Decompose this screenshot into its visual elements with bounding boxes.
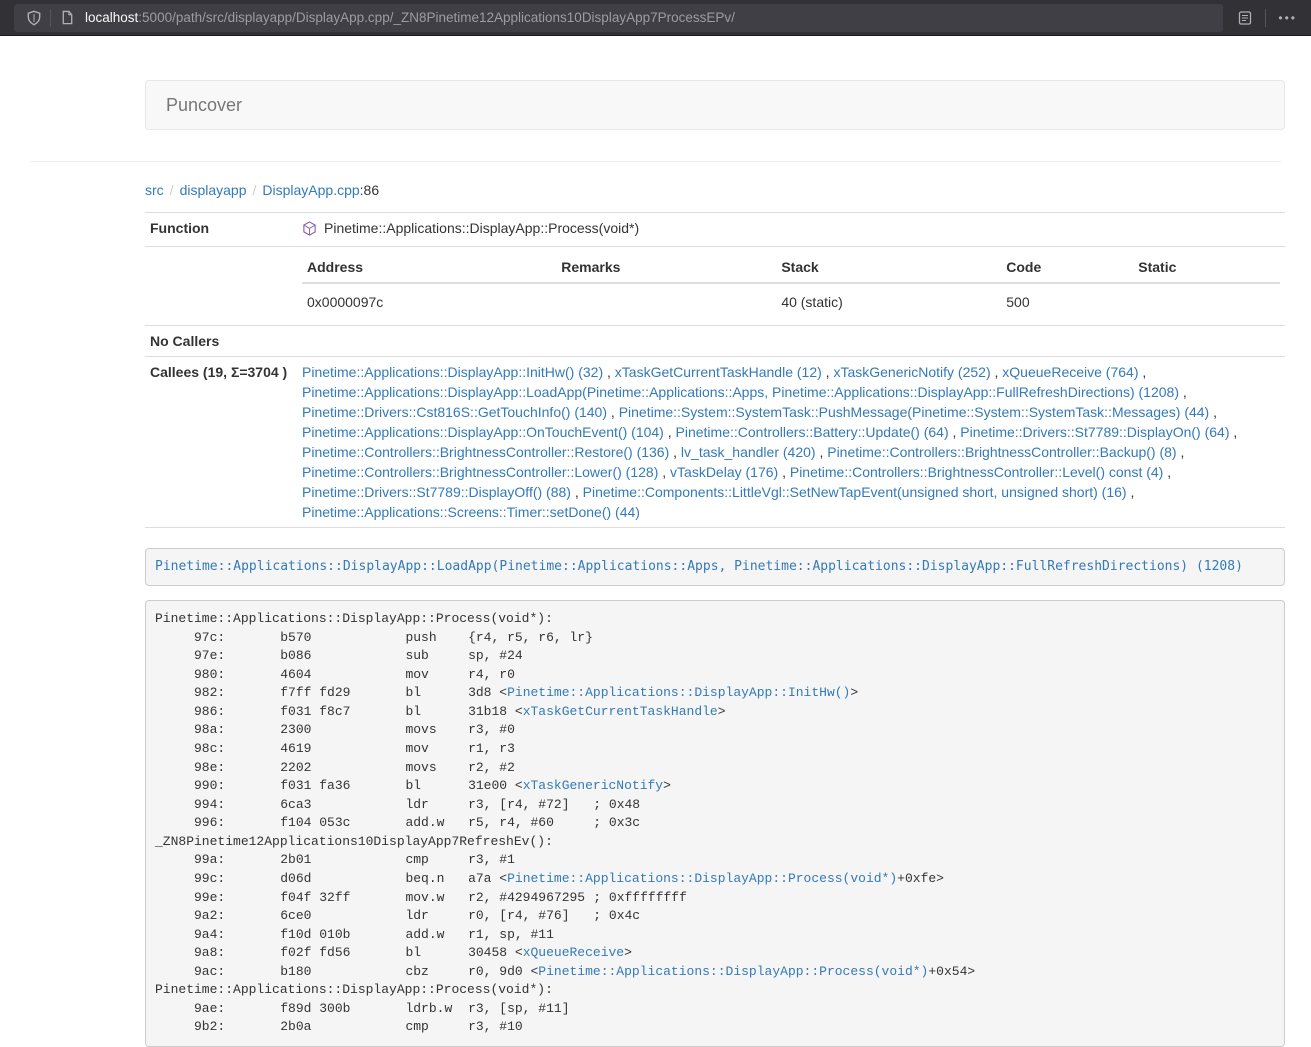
- callee-link[interactable]: Pinetime::Controllers::BrightnessControl…: [790, 464, 1163, 480]
- callee-link[interactable]: xTaskGetCurrentTaskHandle (12): [615, 364, 822, 380]
- callee-separator: ,: [664, 424, 676, 440]
- package-cube-icon: [302, 221, 317, 236]
- callees-row: Callees (19, Σ=3704 ) Pinetime::Applicat…: [145, 356, 1285, 527]
- no-callers-row: No Callers: [145, 325, 1285, 356]
- no-callers-cell: [297, 325, 1285, 356]
- callee-link[interactable]: vTaskDelay (176): [670, 464, 778, 480]
- assembly-symbol-link[interactable]: xQueueReceive: [523, 945, 624, 960]
- assembly-symbol-link[interactable]: xTaskGenericNotify: [523, 778, 663, 793]
- callee-link[interactable]: xTaskGenericNotify (252): [833, 364, 990, 380]
- callee-separator: ,: [669, 444, 681, 460]
- callees-cell: Pinetime::Applications::DisplayApp::Init…: [297, 356, 1285, 527]
- callee-separator: ,: [1177, 444, 1185, 460]
- toolbar-separator: [1265, 9, 1266, 27]
- callee-separator: ,: [607, 404, 619, 420]
- callee-link[interactable]: lv_task_handler (420): [681, 444, 816, 460]
- callee-link[interactable]: Pinetime::Controllers::BrightnessControl…: [827, 444, 1176, 460]
- app-title[interactable]: Puncover: [166, 95, 242, 116]
- callee-separator: ,: [1138, 364, 1146, 380]
- url-path: :5000/path/src/displayapp/DisplayApp.cpp…: [138, 10, 735, 25]
- address-bar[interactable]: localhost:5000/path/src/displayapp/Displ…: [14, 4, 1223, 32]
- address-value: 0x0000097c: [302, 283, 556, 320]
- page-content: Puncover src / displayapp / DisplayApp.cpp:8…: [145, 80, 1285, 1047]
- callee-link[interactable]: Pinetime::Drivers::Cst816S::GetTouchInfo…: [302, 404, 607, 420]
- callee-separator: ,: [822, 364, 834, 380]
- callee-link[interactable]: Pinetime::Applications::Screens::Timer::…: [302, 504, 640, 520]
- app-navbar: Puncover: [145, 80, 1285, 130]
- callee-link[interactable]: xQueueReceive (764): [1002, 364, 1138, 380]
- callee-separator: ,: [1127, 484, 1135, 500]
- callees-label: Callees (19, Σ=3704 ): [145, 356, 297, 527]
- reader-view-icon[interactable]: [1233, 6, 1257, 30]
- stack-value: 40 (static): [776, 283, 1001, 320]
- col-remarks: Remarks: [556, 252, 776, 283]
- toolbar-actions: •••: [1233, 6, 1301, 30]
- callee-separator: ,: [778, 464, 790, 480]
- callee-link[interactable]: Pinetime::Controllers::BrightnessControl…: [302, 464, 658, 480]
- breadcrumb-link-displayapp[interactable]: displayapp: [180, 182, 247, 198]
- breadcrumb-separator: /: [253, 182, 257, 198]
- divider: [30, 161, 1281, 162]
- url-host: localhost: [85, 10, 138, 25]
- breadcrumb-line-number: :86: [360, 182, 379, 198]
- table-row: 0x0000097c 40 (static) 500: [302, 283, 1280, 320]
- breadcrumb-link-file[interactable]: DisplayApp.cpp: [262, 182, 359, 198]
- url-text: localhost:5000/path/src/displayapp/Displ…: [85, 10, 735, 25]
- static-value: [1133, 283, 1280, 320]
- function-name-cell: Pinetime::Applications::DisplayApp::Proc…: [297, 213, 1285, 247]
- callee-link[interactable]: Pinetime::Controllers::Battery::Update()…: [676, 424, 949, 440]
- callee-separator: ,: [1230, 424, 1238, 440]
- metrics-row-spacer: [145, 246, 297, 325]
- callee-separator: ,: [658, 464, 670, 480]
- tracking-protection-shield-icon[interactable]: [22, 6, 46, 30]
- col-stack: Stack: [776, 252, 1001, 283]
- callee-separator: ,: [1209, 404, 1217, 420]
- callee-separator: ,: [1163, 464, 1171, 480]
- no-callers-label: No Callers: [145, 325, 297, 356]
- assembly-code-block: Pinetime::Applications::DisplayApp::Proc…: [145, 600, 1285, 1047]
- code-value: 500: [1001, 283, 1133, 320]
- callee-separator: ,: [991, 364, 1003, 380]
- callees-list: Pinetime::Applications::DisplayApp::Init…: [302, 364, 1237, 520]
- loadapp-link[interactable]: Pinetime::Applications::DisplayApp::Load…: [155, 559, 1243, 574]
- function-name: Pinetime::Applications::DisplayApp::Proc…: [324, 218, 639, 238]
- breadcrumb-separator: /: [170, 182, 174, 198]
- assembly-code: Pinetime::Applications::DisplayApp::Proc…: [155, 611, 975, 1034]
- col-address: Address: [302, 252, 556, 283]
- breadcrumb-link-src[interactable]: src: [145, 182, 164, 198]
- callee-link[interactable]: Pinetime::Controllers::BrightnessControl…: [302, 444, 669, 460]
- metrics-row: Address Remarks Stack Code Static 0x0000…: [145, 246, 1285, 325]
- callee-link[interactable]: Pinetime::Applications::DisplayApp::Load…: [302, 384, 1179, 400]
- assembly-symbol-link[interactable]: xTaskGetCurrentTaskHandle: [523, 704, 718, 719]
- remarks-value: [556, 283, 776, 320]
- callee-link[interactable]: Pinetime::Applications::DisplayApp::OnTo…: [302, 424, 664, 440]
- breadcrumb: src / displayapp / DisplayApp.cpp:86: [145, 182, 1285, 198]
- callee-link[interactable]: Pinetime::Drivers::St7789::DisplayOn() (…: [960, 424, 1229, 440]
- overflow-menu-icon[interactable]: •••: [1274, 11, 1301, 25]
- function-row: Function Pinetime::Applications::Display…: [145, 213, 1285, 247]
- callee-separator: ,: [949, 424, 961, 440]
- callee-separator: ,: [1179, 384, 1187, 400]
- browser-toolbar: localhost:5000/path/src/displayapp/Displ…: [0, 0, 1311, 36]
- callee-separator: ,: [816, 444, 828, 460]
- urlbar-separator: [50, 9, 51, 27]
- metrics-table: Address Remarks Stack Code Static 0x0000…: [302, 252, 1280, 320]
- function-table: Function Pinetime::Applications::Display…: [145, 212, 1285, 528]
- callee-link[interactable]: Pinetime::Drivers::St7789::DisplayOff() …: [302, 484, 571, 500]
- callee-link[interactable]: Pinetime::Applications::DisplayApp::Init…: [302, 364, 603, 380]
- callee-link[interactable]: Pinetime::System::SystemTask::PushMessag…: [619, 404, 1210, 420]
- callee-link[interactable]: Pinetime::Components::LittleVgl::SetNewT…: [583, 484, 1127, 500]
- col-static: Static: [1133, 252, 1280, 283]
- page-info-icon[interactable]: [55, 6, 79, 30]
- metrics-cell: Address Remarks Stack Code Static 0x0000…: [297, 246, 1285, 325]
- loadapp-code-block: Pinetime::Applications::DisplayApp::Load…: [145, 548, 1285, 587]
- col-code: Code: [1001, 252, 1133, 283]
- assembly-symbol-link[interactable]: Pinetime::Applications::DisplayApp::Init…: [507, 685, 850, 700]
- assembly-symbol-link[interactable]: Pinetime::Applications::DisplayApp::Proc…: [507, 871, 897, 886]
- callee-separator: ,: [571, 484, 583, 500]
- assembly-symbol-link[interactable]: Pinetime::Applications::DisplayApp::Proc…: [538, 964, 928, 979]
- function-label: Function: [145, 213, 297, 247]
- callee-separator: ,: [603, 364, 615, 380]
